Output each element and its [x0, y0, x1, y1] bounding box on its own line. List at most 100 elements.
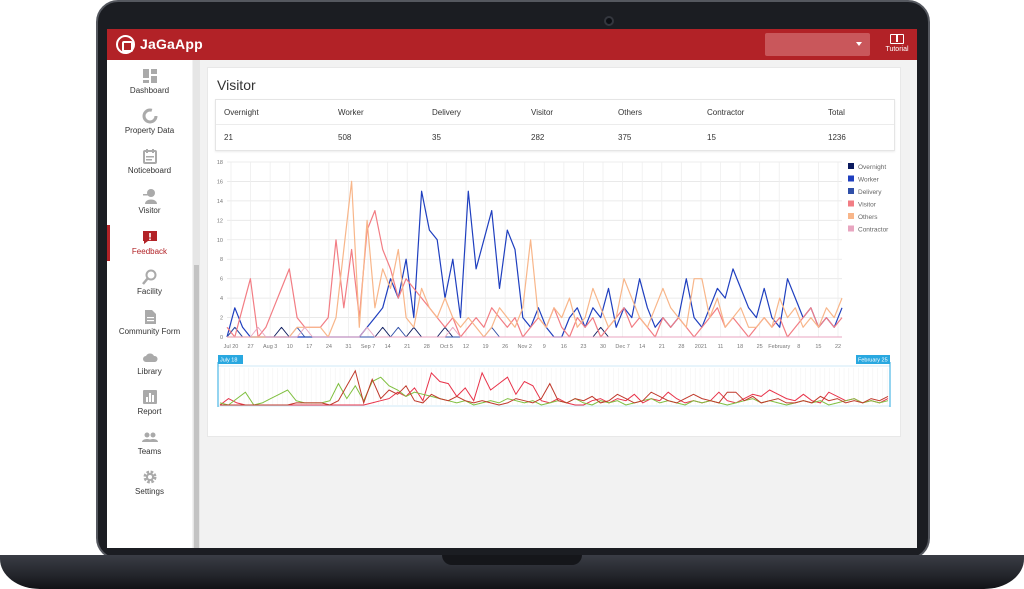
stat-value: 282 — [531, 133, 545, 142]
sidebar-item-visitor[interactable]: Visitor — [107, 188, 192, 228]
y-tick-label: 0 — [220, 335, 223, 341]
sidebar-item-label: Dashboard — [129, 86, 170, 95]
top-bar: JaGaApp Tutorial — [107, 29, 917, 60]
y-tick-label: 10 — [217, 238, 223, 244]
legend-swatch — [848, 200, 854, 207]
sidebar-item-label: Facility — [137, 287, 162, 296]
x-tick-label: 27 — [248, 344, 254, 350]
stat-value: 1236 — [828, 133, 846, 142]
legend-label: Visitor — [858, 202, 877, 209]
stats-table: Overnight Worker Delivery Visitor Others… — [215, 99, 895, 151]
x-tick-label: 25 — [757, 344, 763, 350]
legend-swatch — [848, 188, 854, 194]
x-tick-label: 23 — [580, 344, 586, 350]
legend-label: Worker — [858, 177, 880, 184]
x-tick-label: 21 — [404, 344, 410, 350]
tutorial-label: Tutorial — [885, 46, 909, 53]
teams-icon — [141, 429, 158, 445]
visitor-line-chart: 024681012141618Jul 20 27 Aug 3 10 17 24 31 Sep … — [217, 160, 891, 407]
x-tick-label: 30 — [600, 344, 606, 350]
visitor-panel: Visitor Overnight Worker Delivery Visito… — [207, 67, 901, 437]
page-title: Visitor — [217, 77, 256, 93]
stat-value: 375 — [618, 133, 632, 142]
sidebar-scrollbar-thumb[interactable] — [194, 265, 199, 548]
x-tick-label: 2021 — [695, 344, 707, 350]
stat-value: 35 — [432, 133, 441, 142]
stat-header: Others — [618, 108, 643, 117]
sidebar-item-label: Visitor — [138, 206, 161, 215]
sidebar: Dashboard Property Data Noticeboard Visi… — [107, 60, 192, 548]
legend-swatch — [848, 175, 854, 182]
stat-header: Delivery — [432, 108, 461, 117]
sidebar-item-noticeboard[interactable]: Noticeboard — [107, 148, 192, 188]
sidebar-item-label: Community Form — [118, 327, 181, 336]
camera-icon — [604, 16, 614, 26]
property-data-icon — [142, 108, 158, 124]
stats-divider — [216, 124, 894, 125]
stat-header: Contractor — [707, 108, 745, 117]
legend-label: Overnight — [858, 164, 886, 171]
x-tick-label: 10 — [287, 344, 293, 350]
library-icon — [142, 349, 158, 365]
legend-swatch — [848, 163, 854, 169]
stat-value: 15 — [707, 133, 716, 142]
y-tick-label: 2 — [220, 316, 223, 322]
y-tick-label: 18 — [217, 160, 223, 166]
sidebar-item-feedback[interactable]: Feedback — [107, 225, 192, 269]
report-icon — [142, 389, 158, 405]
book-icon — [890, 34, 904, 44]
x-tick-label: Aug 3 — [263, 344, 277, 350]
y-tick-label: 8 — [220, 257, 223, 263]
legend-swatch — [848, 225, 854, 232]
x-tick-label: Sep 7 — [361, 344, 375, 350]
legend-label: Contractor — [858, 227, 889, 234]
x-tick-label: Dec 7 — [615, 344, 629, 350]
noticeboard-icon — [142, 148, 158, 164]
laptop-frame: JaGaApp Tutorial Dashboard Property Data… — [0, 0, 1024, 589]
x-tick-label: 17 — [306, 344, 312, 350]
x-tick-label: 18 — [737, 344, 743, 350]
dashboard-icon — [142, 68, 158, 84]
x-tick-label: 31 — [345, 344, 351, 350]
sidebar-item-property-data[interactable]: Property Data — [107, 108, 192, 148]
x-tick-label: 16 — [561, 344, 567, 350]
range-start-label: July 18 — [220, 358, 237, 364]
x-tick-label: 22 — [835, 344, 841, 350]
stat-header: Worker — [338, 108, 364, 117]
x-tick-label: 12 — [463, 344, 469, 350]
property-selector[interactable] — [765, 33, 870, 56]
x-tick-label: 11 — [718, 344, 724, 350]
sidebar-item-label: Feedback — [131, 247, 168, 256]
x-tick-label: Jul 20 — [224, 344, 239, 350]
app-screen: JaGaApp Tutorial Dashboard Property Data… — [107, 29, 917, 548]
legend-swatch — [848, 213, 854, 219]
stat-header: Overnight — [224, 108, 259, 117]
sidebar-item-teams[interactable]: Teams — [107, 429, 192, 469]
sidebar-item-dashboard[interactable]: Dashboard — [107, 68, 192, 108]
series-line-worker — [226, 190, 843, 338]
x-tick-label: 8 — [797, 344, 800, 350]
chevron-down-icon — [856, 42, 862, 46]
sidebar-item-facility[interactable]: Facility — [107, 269, 192, 309]
y-tick-label: 14 — [217, 199, 223, 205]
app-name: JaGaApp — [140, 36, 203, 52]
sidebar-item-library[interactable]: Library — [107, 349, 192, 389]
sidebar-item-community-form[interactable]: Community Form — [107, 309, 192, 349]
tutorial-button[interactable]: Tutorial — [877, 29, 917, 60]
x-tick-label: 9 — [543, 344, 546, 350]
x-tick-label: Nov 2 — [518, 344, 532, 350]
sidebar-item-label: Report — [137, 407, 162, 416]
feedback-icon — [142, 229, 158, 245]
x-tick-label: 24 — [326, 344, 332, 350]
stat-value: 508 — [338, 133, 352, 142]
x-tick-label: 21 — [659, 344, 665, 350]
sidebar-item-label: Noticeboard — [127, 166, 172, 175]
sidebar-item-label: Teams — [137, 447, 162, 456]
x-tick-label: 14 — [385, 344, 391, 350]
sidebar-item-report[interactable]: Report — [107, 389, 192, 429]
y-tick-label: 16 — [217, 179, 223, 185]
y-tick-label: 12 — [217, 218, 223, 224]
sidebar-item-label: Library — [137, 367, 162, 376]
sidebar-item-settings[interactable]: Settings — [107, 469, 192, 509]
sidebar-item-label: Settings — [135, 487, 164, 496]
